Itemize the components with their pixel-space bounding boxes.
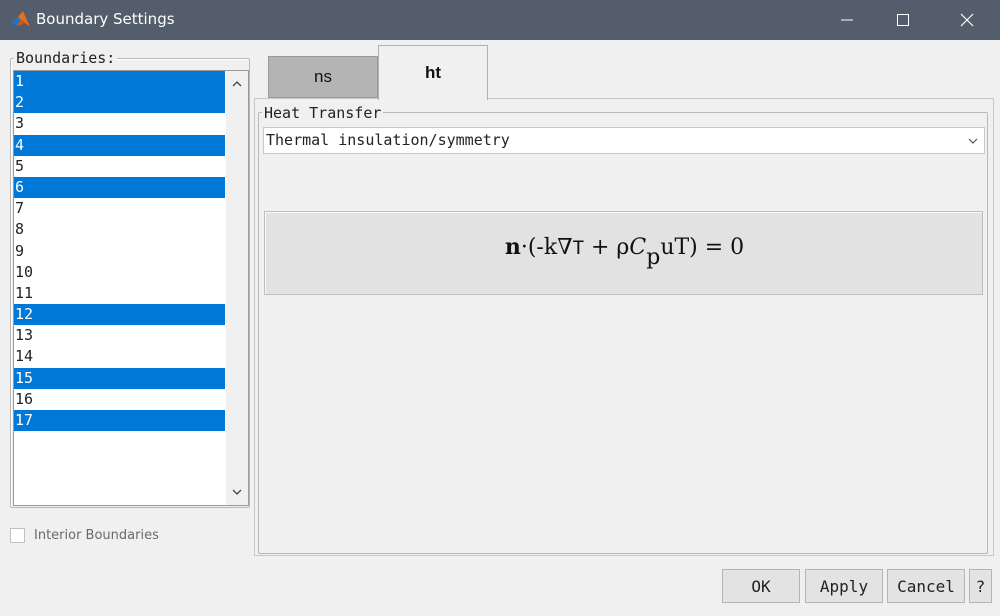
list-item-boundary-2[interactable]: 2 bbox=[14, 92, 225, 114]
boundary-equation: n·(-k∇T + ρCpuT) = 0 bbox=[265, 234, 984, 270]
eq-nabla: ∇ bbox=[557, 235, 573, 260]
list-item-boundary-13[interactable]: 13 bbox=[14, 325, 225, 346]
list-item-boundary-4[interactable]: 4 bbox=[14, 134, 225, 156]
boundaries-legend: Boundaries: bbox=[14, 49, 118, 67]
close-button[interactable] bbox=[940, 0, 994, 40]
tab-ns-label: ns bbox=[314, 67, 332, 86]
equation-display: n·(-k∇T + ρCpuT) = 0 bbox=[264, 211, 983, 295]
minimize-icon bbox=[841, 19, 853, 21]
eq-normal-vector: n bbox=[504, 234, 521, 260]
maximize-button[interactable] bbox=[876, 0, 930, 40]
matlab-icon bbox=[11, 11, 30, 27]
boundary-settings-window: Boundary Settings Boundaries: 1234567891… bbox=[0, 0, 1000, 616]
interior-boundaries-row: Interior Boundaries bbox=[10, 525, 159, 545]
title-bar: Boundary Settings bbox=[0, 0, 1000, 40]
list-item-boundary-7[interactable]: 7 bbox=[14, 198, 225, 219]
list-item-boundary-6[interactable]: 6 bbox=[14, 176, 225, 199]
list-item-boundary-12[interactable]: 12 bbox=[14, 304, 225, 326]
list-item-boundary-15[interactable]: 15 bbox=[14, 367, 225, 389]
eq-velocity-temp: uT bbox=[660, 235, 690, 260]
eq-close: ) = 0 bbox=[689, 235, 745, 260]
apply-button[interactable]: Apply bbox=[805, 569, 883, 603]
list-item-boundary-16[interactable]: 16 bbox=[14, 389, 225, 410]
help-button[interactable]: ? bbox=[969, 569, 992, 603]
maximize-icon bbox=[897, 14, 909, 26]
interior-boundaries-label: Interior Boundaries bbox=[34, 527, 159, 543]
close-icon bbox=[960, 13, 974, 27]
ok-button[interactable]: OK bbox=[722, 569, 800, 603]
list-item-boundary-10[interactable]: 10 bbox=[14, 262, 225, 283]
chevron-up-icon bbox=[232, 81, 242, 87]
chevron-down-icon bbox=[968, 138, 978, 144]
tab-ns[interactable]: ns bbox=[268, 56, 378, 98]
chevron-down-icon bbox=[232, 489, 242, 495]
eq-plus-rho: + ρ bbox=[584, 235, 630, 260]
list-item-boundary-11[interactable]: 11 bbox=[14, 283, 225, 304]
heat-transfer-group bbox=[258, 112, 988, 554]
list-scrollbar[interactable] bbox=[226, 71, 248, 505]
list-item-boundary-9[interactable]: 9 bbox=[14, 241, 225, 262]
list-item-boundary-3[interactable]: 3 bbox=[14, 113, 225, 134]
scroll-up-button[interactable] bbox=[226, 73, 248, 95]
list-item-boundary-1[interactable]: 1 bbox=[14, 71, 225, 93]
boundary-condition-value: Thermal insulation/symmetry bbox=[266, 131, 510, 149]
heat-transfer-legend: Heat Transfer bbox=[262, 104, 384, 122]
eq-temperature: T bbox=[572, 237, 585, 259]
boundary-condition-select[interactable]: Thermal insulation/symmetry bbox=[263, 127, 985, 154]
boundaries-list: 1 2 3 4 5 6 7 8 9 10 11 12 13 14 15 16 17 bbox=[14, 71, 225, 432]
minimize-button[interactable] bbox=[820, 0, 874, 40]
interior-boundaries-checkbox[interactable] bbox=[10, 527, 25, 543]
eq-subscript-p: p bbox=[646, 245, 661, 270]
dropdown-button[interactable] bbox=[962, 128, 984, 153]
eq-dot: · bbox=[520, 235, 528, 260]
scroll-down-button[interactable] bbox=[226, 481, 248, 503]
list-item-boundary-8[interactable]: 8 bbox=[14, 219, 225, 240]
tab-ht[interactable]: ht bbox=[378, 45, 488, 100]
eq-heat-capacity: C bbox=[629, 235, 647, 260]
list-item-boundary-5[interactable]: 5 bbox=[14, 156, 225, 177]
window-title: Boundary Settings bbox=[36, 10, 175, 28]
list-item-boundary-14[interactable]: 14 bbox=[14, 346, 225, 367]
eq-open: (-k bbox=[527, 235, 558, 260]
cancel-button[interactable]: Cancel bbox=[887, 569, 965, 603]
list-item-boundary-17[interactable]: 17 bbox=[14, 410, 225, 432]
boundaries-listbox[interactable]: 1 2 3 4 5 6 7 8 9 10 11 12 13 14 15 16 17 bbox=[13, 70, 249, 506]
tab-ht-label: ht bbox=[424, 63, 442, 82]
